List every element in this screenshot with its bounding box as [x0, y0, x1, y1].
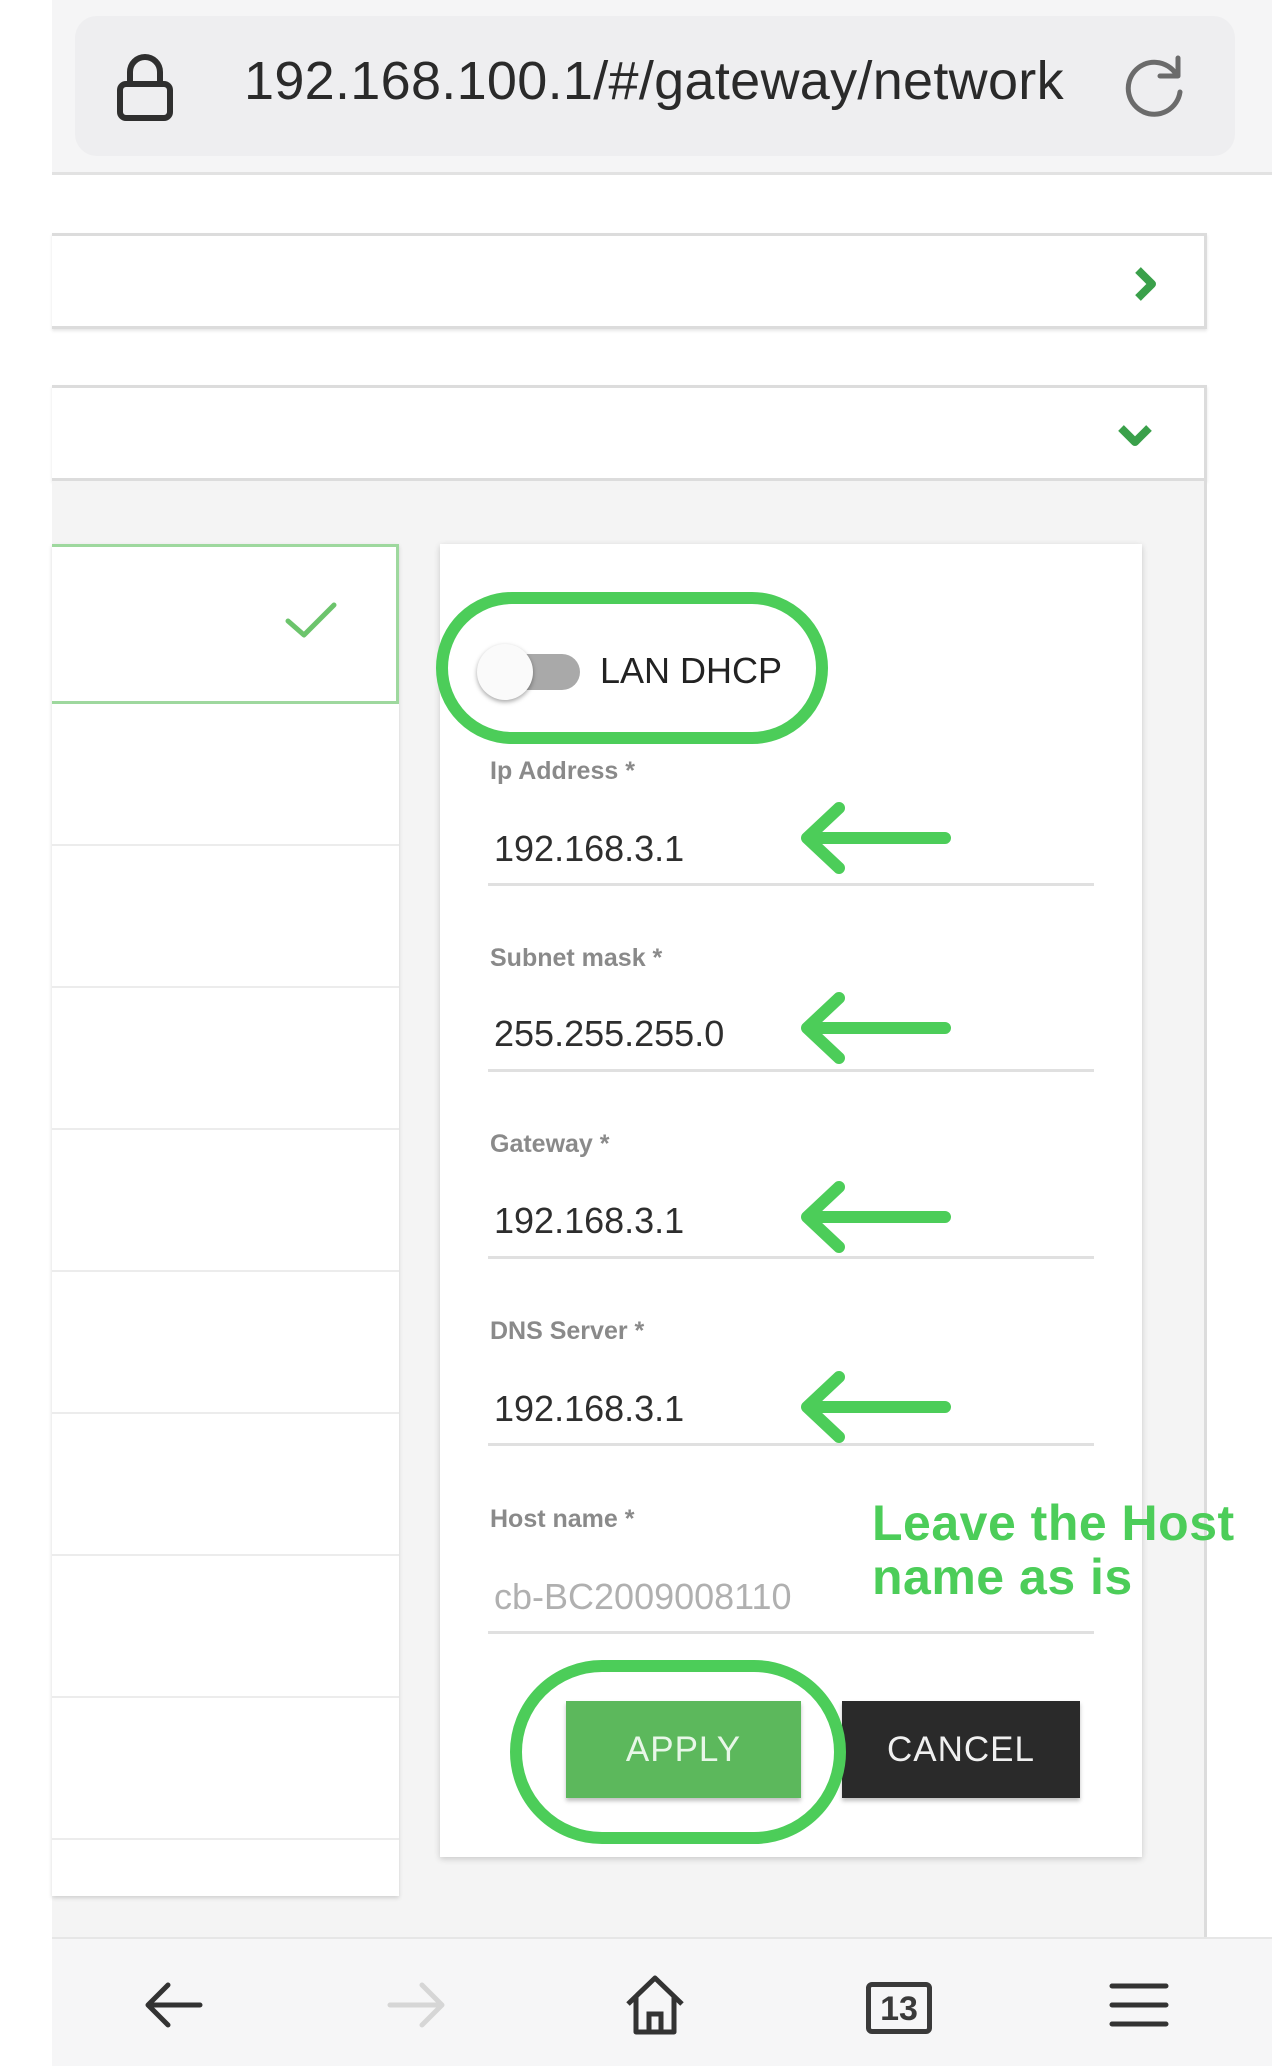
- field-underline: [488, 883, 1094, 886]
- back-arrow-icon[interactable]: [138, 1970, 208, 2040]
- list-item[interactable]: [52, 1272, 399, 1414]
- field-underline: [488, 1069, 1094, 1072]
- ip-address-field[interactable]: 192.168.3.1: [494, 828, 684, 870]
- subnet-mask-field[interactable]: 255.255.255.0: [494, 1013, 724, 1055]
- menu-icon[interactable]: [1104, 1970, 1174, 2040]
- check-icon: [285, 602, 337, 638]
- list-item[interactable]: [52, 1556, 399, 1698]
- url-text[interactable]: 192.168.100.1/#/gateway/network: [244, 50, 1064, 112]
- chevron-right-icon: [1135, 267, 1156, 301]
- gateway-field[interactable]: 192.168.3.1: [494, 1200, 684, 1242]
- annotation-note: Leave the Host name as is: [872, 1495, 1235, 1605]
- list-item-selected[interactable]: [52, 544, 399, 704]
- home-icon[interactable]: [620, 1970, 690, 2040]
- ip-address-label: Ip Address *: [490, 757, 635, 785]
- annotation-arrow-icon: [801, 1371, 951, 1443]
- lock-icon: [117, 54, 173, 121]
- list-item[interactable]: [52, 1414, 399, 1556]
- host-name-label: Host name *: [490, 1505, 635, 1533]
- gateway-label: Gateway *: [490, 1130, 610, 1158]
- field-underline: [488, 1256, 1094, 1259]
- list-item[interactable]: [52, 988, 399, 1130]
- dns-server-field[interactable]: 192.168.3.1: [494, 1388, 684, 1430]
- collapsed-section[interactable]: [52, 233, 1207, 329]
- forward-arrow-icon[interactable]: [382, 1970, 452, 2040]
- field-underline: [488, 1443, 1094, 1446]
- reload-icon[interactable]: [1122, 52, 1190, 120]
- dns-server-label: DNS Server *: [490, 1317, 645, 1345]
- annotation-arrow-icon: [801, 802, 951, 874]
- list-item[interactable]: [52, 1698, 399, 1840]
- subnet-mask-label: Subnet mask *: [490, 944, 663, 972]
- expanded-section-header[interactable]: [52, 385, 1207, 481]
- host-name-field[interactable]: cb-BC2009008110: [494, 1576, 792, 1618]
- list-item[interactable]: [52, 1130, 399, 1272]
- chevron-down-icon: [1118, 425, 1152, 446]
- annotation-arrow-icon: [801, 1181, 951, 1253]
- annotation-highlight-apply: [510, 1660, 846, 1844]
- list-item[interactable]: [52, 704, 399, 846]
- field-underline: [488, 1631, 1094, 1634]
- cancel-button[interactable]: CANCEL: [842, 1701, 1080, 1798]
- tabs-count-button[interactable]: 13: [866, 1982, 932, 2034]
- annotation-arrow-icon: [801, 992, 951, 1064]
- list-item[interactable]: [52, 846, 399, 988]
- annotation-highlight-dhcp: [436, 592, 828, 744]
